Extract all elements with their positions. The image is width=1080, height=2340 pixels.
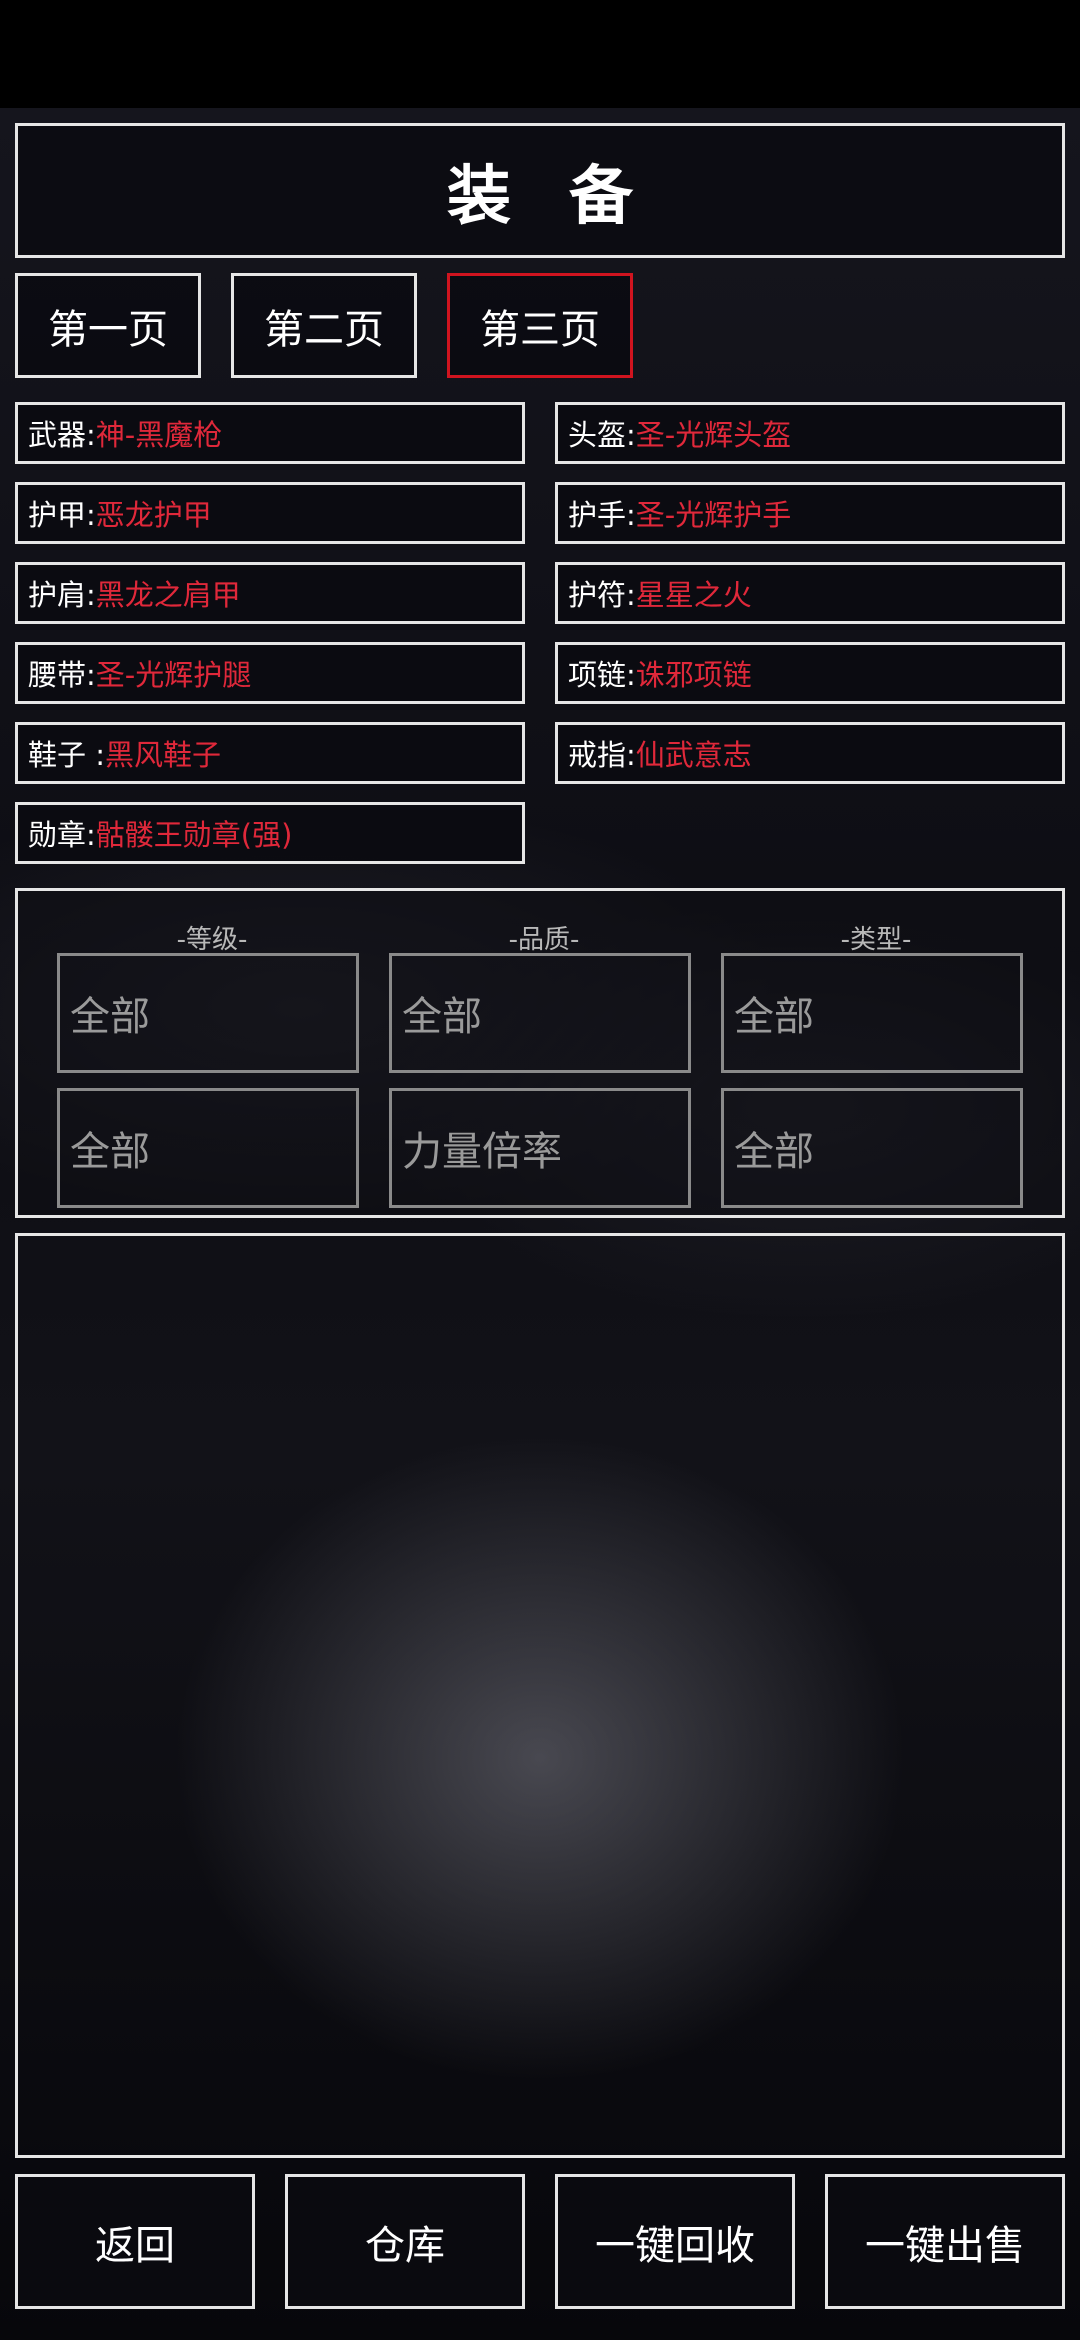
- inventory-grid[interactable]: [15, 1233, 1065, 2158]
- filter-attribute-select[interactable]: 力量倍率: [389, 1088, 691, 1208]
- slot-value: 仙武意志: [635, 738, 752, 772]
- warehouse-button[interactable]: 仓库: [285, 2174, 525, 2309]
- slot-weapon[interactable]: 武器: 神-黑魔枪: [15, 402, 525, 464]
- slot-label: 护符:: [568, 578, 636, 612]
- slot-label: 戒指:: [568, 738, 636, 772]
- slot-value: 神-黑魔枪: [95, 418, 223, 452]
- status-bar: [0, 0, 1080, 108]
- filter-quality-select[interactable]: 全部: [389, 953, 691, 1073]
- slot-shoulder[interactable]: 护肩: 黑龙之肩甲: [15, 562, 525, 624]
- slot-value: 诛邪项链: [635, 658, 752, 692]
- slot-helmet[interactable]: 头盔: 圣-光辉头盔: [555, 402, 1065, 464]
- slot-label: 项链:: [568, 658, 636, 692]
- filter-level-select[interactable]: 全部: [57, 953, 359, 1073]
- back-button[interactable]: 返回: [15, 2174, 255, 2309]
- slot-value: 黑龙之肩甲: [95, 578, 241, 612]
- slot-label: 护手:: [568, 498, 636, 532]
- slot-amulet[interactable]: 护符: 星星之火: [555, 562, 1065, 624]
- slot-label: 武器:: [28, 418, 96, 452]
- slot-value: 圣-光辉护腿: [95, 658, 252, 692]
- slot-label: 护甲:: [28, 498, 96, 532]
- filter-secondary-type-select[interactable]: 全部: [721, 1088, 1023, 1208]
- filter-label-type: -类型-: [840, 925, 912, 955]
- tab-page-1[interactable]: 第一页: [15, 273, 201, 378]
- recycle-all-button[interactable]: 一键回收: [555, 2174, 795, 2309]
- slot-value: 恶龙护甲: [95, 498, 212, 532]
- filter-secondary-level-select[interactable]: 全部: [57, 1088, 359, 1208]
- slot-value: 圣-光辉护手: [635, 498, 792, 532]
- slot-value: 圣-光辉头盔: [635, 418, 792, 452]
- slot-label: 头盔:: [568, 418, 636, 452]
- slot-value: 黑风鞋子: [105, 738, 222, 772]
- filter-label-quality: -品质-: [508, 925, 580, 955]
- sell-all-button[interactable]: 一键出售: [825, 2174, 1065, 2309]
- slot-label: 护肩:: [28, 578, 96, 612]
- slot-value: 星星之火: [635, 578, 752, 612]
- slot-armor[interactable]: 护甲: 恶龙护甲: [15, 482, 525, 544]
- page-title: 装备: [447, 159, 691, 234]
- filter-label-level: -等级-: [176, 925, 248, 955]
- slot-label: 勋章:: [28, 818, 96, 852]
- slot-ring[interactable]: 戒指: 仙武意志: [555, 722, 1065, 784]
- filter-type-select[interactable]: 全部: [721, 953, 1023, 1073]
- slot-shoes[interactable]: 鞋子 : 黑风鞋子: [15, 722, 525, 784]
- slot-necklace[interactable]: 项链: 诛邪项链: [555, 642, 1065, 704]
- slot-gloves[interactable]: 护手: 圣-光辉护手: [555, 482, 1065, 544]
- slot-value: 骷髅王勋章(强): [95, 818, 293, 852]
- slot-belt[interactable]: 腰带: 圣-光辉护腿: [15, 642, 525, 704]
- title-panel: 装备: [15, 123, 1065, 258]
- slot-medal[interactable]: 勋章: 骷髅王勋章(强): [15, 802, 525, 864]
- filter-panel: -等级- -品质- -类型- 全部 全部 全部 全部 力量倍率 全部: [15, 888, 1065, 1218]
- slot-label: 腰带:: [28, 658, 96, 692]
- tab-page-3[interactable]: 第三页: [447, 273, 633, 378]
- tab-page-2[interactable]: 第二页: [231, 273, 417, 378]
- slot-label: 鞋子 :: [28, 738, 105, 772]
